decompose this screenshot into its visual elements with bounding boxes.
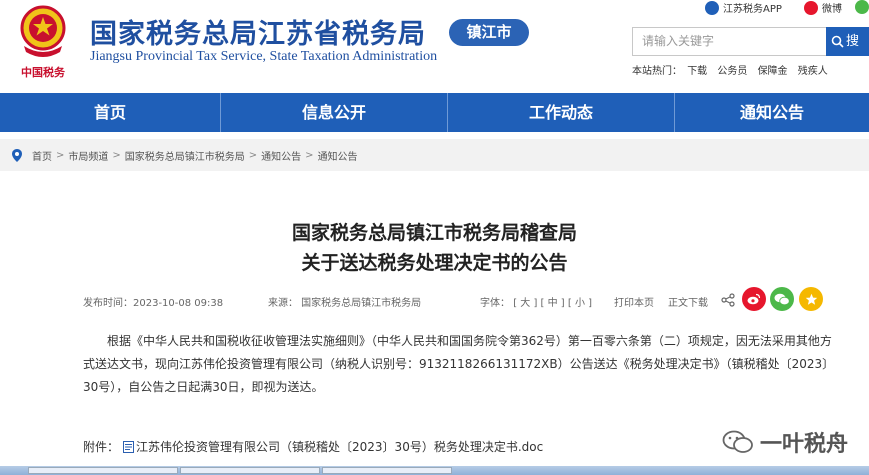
breadcrumb-notices[interactable]: 通知公告: [261, 148, 301, 163]
search-button-label: 搜: [846, 34, 860, 49]
svg-text:中国税务: 中国税务: [21, 65, 66, 79]
site-subtitle: Jiangsu Provincial Tax Service, State Ta…: [90, 49, 438, 64]
breadcrumb-home[interactable]: 首页: [32, 148, 52, 163]
hot-link-download[interactable]: 下载: [687, 66, 707, 77]
attachment-link[interactable]: 江苏伟伦投资管理有限公司（镇税稽处〔2023〕30号）税务处理决定书.doc: [136, 438, 543, 455]
hot-link-civil-servant[interactable]: 公务员: [717, 66, 747, 77]
hot-link-security-fund[interactable]: 保障金: [758, 66, 788, 77]
breadcrumb-city-channel[interactable]: 市局频道: [68, 148, 108, 163]
hot-links: 本站热门： 下载 公务员 保障金 残疾人: [632, 62, 835, 77]
download-button[interactable]: 正文下载: [668, 294, 708, 309]
article-body: 根据《中华人民共和国税收征收管理法实施细则》（中华人民共和国国务院令第362号）…: [83, 334, 832, 394]
wechat-link[interactable]: [855, 0, 869, 14]
attachment-label: 附件：: [83, 440, 120, 454]
wechat-watermark-icon: [722, 430, 753, 453]
attachment: 附件： 江苏伟伦投资管理有限公司（镇税稽处〔2023〕30号）税务处理决定书.d…: [83, 438, 543, 455]
taskbar-tab[interactable]: [180, 467, 320, 474]
watermark-text: 一叶税舟: [760, 432, 849, 457]
search-input[interactable]: 请输入关键字: [632, 27, 828, 56]
print-button[interactable]: 打印本页: [614, 294, 654, 309]
hot-links-label: 本站热门：: [632, 66, 682, 77]
city-badge[interactable]: 镇江市: [449, 19, 529, 46]
article-title-line2: 关于送达税务处理决定书的公告: [301, 252, 568, 274]
taskbar: [0, 466, 869, 475]
app-link[interactable]: 江苏税务APP: [705, 0, 782, 15]
watermark: 一叶税舟: [722, 426, 848, 458]
search-icon: [831, 35, 844, 48]
nav-work-news[interactable]: 工作动态: [448, 93, 675, 132]
wechat-glyph: [774, 293, 790, 305]
taskbar-tab[interactable]: [28, 467, 178, 474]
article-title-line1: 国家税务总局镇江市税务局稽查局: [291, 222, 577, 244]
site-title[interactable]: 国家税务总局江苏省税务局: [90, 12, 426, 51]
breadcrumb-current: 通知公告: [317, 151, 358, 163]
share-icon[interactable]: [721, 293, 735, 307]
hot-link-disabled[interactable]: 残疾人: [798, 66, 828, 77]
tax-emblem-logo[interactable]: 中国税务: [12, 2, 74, 82]
nav-info-disclosure[interactable]: 信息公开: [221, 93, 448, 132]
font-small-button[interactable]: [ 小 ]: [568, 298, 592, 309]
weibo-link-label: 微博: [822, 4, 842, 15]
publish-time: 发布时间：2023-10-08 09:38: [83, 298, 224, 309]
wechat-icon: [855, 0, 869, 14]
font-size-label: 字体：: [480, 298, 510, 309]
breadcrumb: 首页 > 市局频道 > 国家税务总局镇江市税务局 > 通知公告 > 通知公告: [0, 139, 869, 171]
taskbar-tab[interactable]: [322, 467, 452, 474]
app-icon: [705, 0, 719, 15]
font-size-control: 字体： [ 大 ] [ 中 ] [ 小 ]: [480, 294, 592, 309]
main-nav: 首页 信息公开 工作动态 通知公告: [0, 93, 869, 132]
site-header: 中国税务 国家税务总局江苏省税务局 Jiangsu Provincial Tax…: [0, 0, 869, 92]
weibo-icon: [804, 0, 818, 15]
nav-home[interactable]: 首页: [0, 93, 221, 132]
star-glyph: [805, 293, 817, 305]
nav-notices[interactable]: 通知公告: [675, 93, 869, 132]
font-large-button[interactable]: [ 大 ]: [513, 298, 537, 309]
weibo-link[interactable]: 微博: [804, 0, 842, 15]
article-source: 来源： 国家税务总局镇江市税务局: [268, 298, 422, 309]
breadcrumb-city-bureau[interactable]: 国家税务总局镇江市税务局: [125, 148, 245, 163]
share-wechat-icon[interactable]: [770, 287, 794, 311]
share-weibo-icon[interactable]: [742, 287, 766, 311]
weibo-glyph: [747, 293, 761, 305]
share-favorite-icon[interactable]: [799, 287, 823, 311]
font-medium-button[interactable]: [ 中 ]: [541, 298, 565, 309]
location-pin-icon: [12, 148, 22, 162]
app-link-label: 江苏税务APP: [723, 4, 782, 15]
word-document-icon: [123, 440, 135, 453]
search-button[interactable]: 搜: [826, 27, 869, 56]
